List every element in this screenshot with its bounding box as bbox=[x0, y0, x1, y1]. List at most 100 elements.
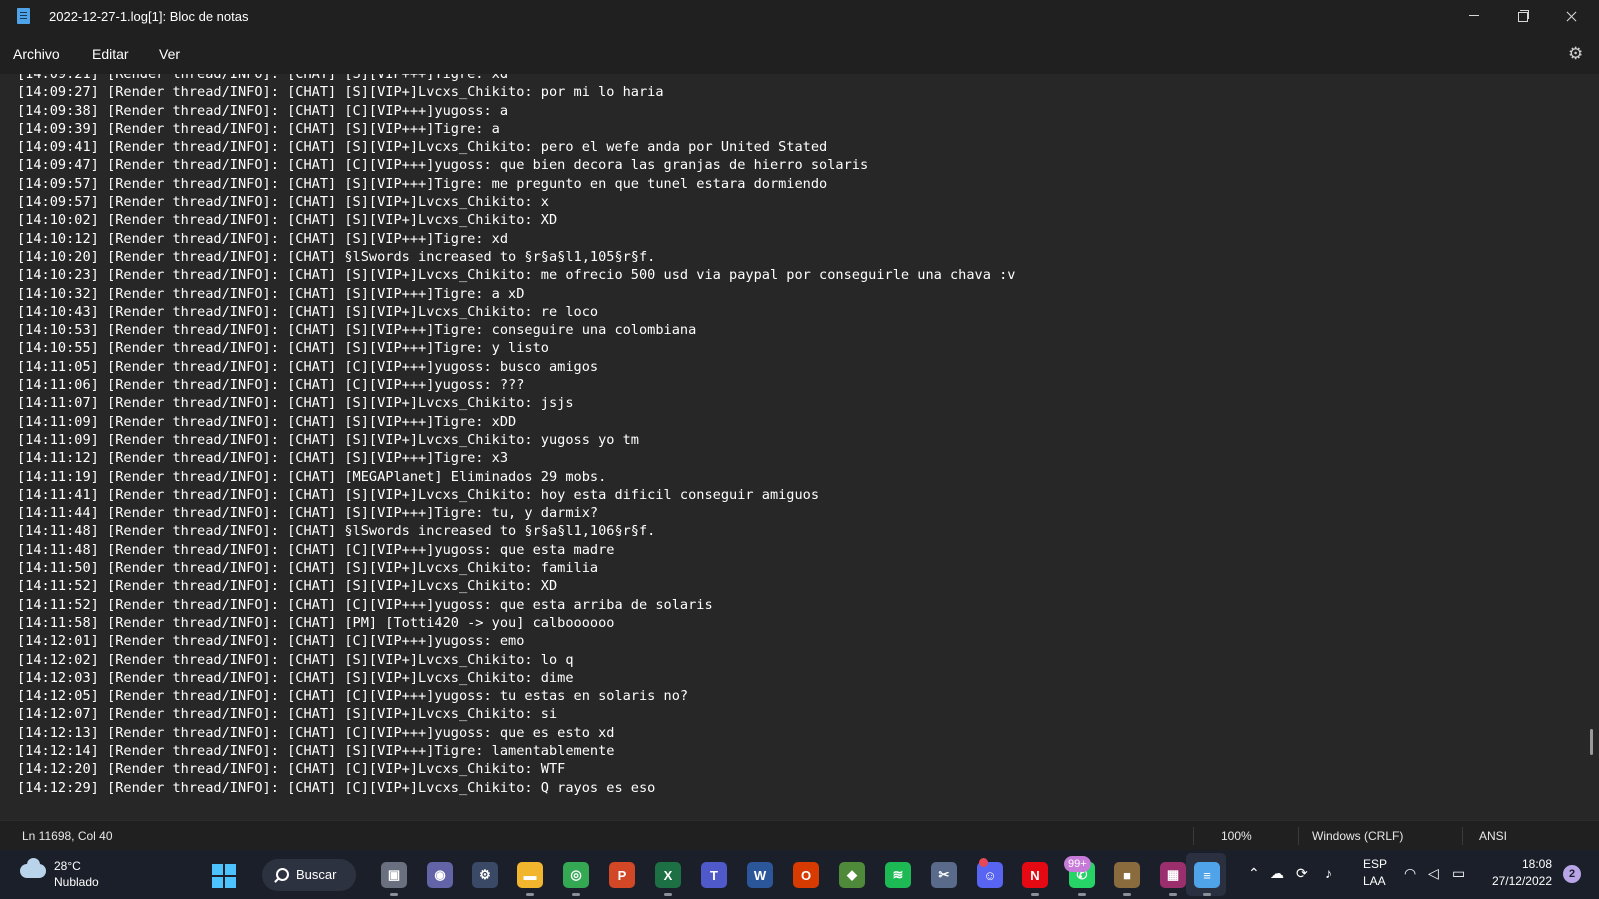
cursor-position: Ln 11698, Col 40 bbox=[22, 829, 113, 843]
weather-description[interactable]: Nublado bbox=[54, 875, 99, 889]
volume-icon[interactable]: ◁ bbox=[1428, 865, 1439, 882]
text-line[interactable]: [14:11:52] [Render thread/INFO]: [CHAT] … bbox=[17, 577, 1015, 595]
teams-chat-icon[interactable]: ◉ bbox=[427, 862, 453, 888]
minecraft-icon[interactable]: ◆ bbox=[839, 862, 865, 888]
text-line[interactable]: [14:11:52] [Render thread/INFO]: [CHAT] … bbox=[17, 596, 1015, 614]
notepad-icon[interactable]: ≡ bbox=[1194, 862, 1220, 896]
battery-icon[interactable]: ▭ bbox=[1452, 865, 1465, 882]
taskbar-search-button[interactable]: Buscar bbox=[262, 859, 356, 891]
text-line[interactable]: [14:09:27] [Render thread/INFO]: [CHAT] … bbox=[17, 83, 1015, 101]
notification-count[interactable]: 2 bbox=[1563, 865, 1581, 883]
menu-archivo[interactable]: Archivo bbox=[13, 46, 60, 62]
excel-icon[interactable]: X bbox=[655, 862, 681, 896]
text-line[interactable]: [14:09:57] [Render thread/INFO]: [CHAT] … bbox=[17, 193, 1015, 211]
winrar-icon[interactable]: ▦ bbox=[1160, 862, 1186, 896]
text-line[interactable]: [14:11:44] [Render thread/INFO]: [CHAT] … bbox=[17, 504, 1015, 522]
text-line[interactable]: [14:11:06] [Render thread/INFO]: [CHAT] … bbox=[17, 376, 1015, 394]
file-explorer-icon[interactable]: ▬ bbox=[517, 862, 543, 896]
text-editor[interactable]: [14:09:21] [Render thread/INFO]: [CHAT] … bbox=[0, 74, 1599, 808]
line-endings: Windows (CRLF) bbox=[1312, 829, 1404, 843]
text-line[interactable]: [14:11:50] [Render thread/INFO]: [CHAT] … bbox=[17, 559, 1015, 577]
text-line[interactable]: [14:11:12] [Render thread/INFO]: [CHAT] … bbox=[17, 449, 1015, 467]
onedrive-icon[interactable]: ☁ bbox=[1270, 865, 1284, 882]
netflix-icon[interactable]: N bbox=[1022, 862, 1048, 896]
restore-button[interactable] bbox=[1499, 0, 1545, 34]
cloud-weather-icon[interactable] bbox=[20, 858, 46, 878]
text-line[interactable]: [14:11:48] [Render thread/INFO]: [CHAT] … bbox=[17, 522, 1015, 540]
teams-icon[interactable]: T bbox=[701, 862, 727, 888]
whatsapp-badge: 99+ bbox=[1064, 856, 1091, 872]
text-line[interactable]: [14:11:09] [Render thread/INFO]: [CHAT] … bbox=[17, 431, 1015, 449]
text-line[interactable]: [14:09:47] [Render thread/INFO]: [CHAT] … bbox=[17, 156, 1015, 174]
snipping-tool-icon[interactable]: ✂ bbox=[931, 862, 957, 888]
word-icon[interactable]: W bbox=[747, 862, 773, 888]
menu-ver[interactable]: Ver bbox=[159, 46, 180, 62]
close-button[interactable] bbox=[1548, 0, 1594, 34]
minimize-button[interactable] bbox=[1451, 0, 1497, 34]
text-line[interactable]: [14:10:12] [Render thread/INFO]: [CHAT] … bbox=[17, 230, 1015, 248]
wifi-icon[interactable]: ◠ bbox=[1404, 865, 1416, 882]
text-line[interactable]: [14:10:43] [Render thread/INFO]: [CHAT] … bbox=[17, 303, 1015, 321]
zoom-level: 100% bbox=[1221, 829, 1252, 843]
text-line[interactable]: [14:09:21] [Render thread/INFO]: [CHAT] … bbox=[17, 74, 1015, 83]
text-line[interactable]: [14:11:09] [Render thread/INFO]: [CHAT] … bbox=[17, 413, 1015, 431]
text-line[interactable]: [14:12:03] [Render thread/INFO]: [CHAT] … bbox=[17, 669, 1015, 687]
cube-app-icon[interactable]: ■ bbox=[1114, 862, 1140, 896]
weather-temperature[interactable]: 28°C bbox=[54, 859, 81, 873]
text-line[interactable]: [14:10:55] [Render thread/INFO]: [CHAT] … bbox=[17, 339, 1015, 357]
editor-text[interactable]: [14:09:21] [Render thread/INFO]: [CHAT] … bbox=[17, 74, 1015, 797]
settings-icon[interactable]: ⚙ bbox=[472, 862, 498, 888]
chrome-icon[interactable]: ◎ bbox=[563, 862, 589, 896]
text-line[interactable]: [14:12:05] [Render thread/INFO]: [CHAT] … bbox=[17, 687, 1015, 705]
text-line[interactable]: [14:09:38] [Render thread/INFO]: [CHAT] … bbox=[17, 102, 1015, 120]
text-line[interactable]: [14:10:23] [Render thread/INFO]: [CHAT] … bbox=[17, 266, 1015, 284]
text-line[interactable]: [14:11:41] [Render thread/INFO]: [CHAT] … bbox=[17, 486, 1015, 504]
text-line[interactable]: [14:10:32] [Render thread/INFO]: [CHAT] … bbox=[17, 285, 1015, 303]
title-bar: 2022-12-27-1.log[1]: Bloc de notas bbox=[0, 0, 1599, 34]
keyboard-layout[interactable]: LAA bbox=[1363, 874, 1386, 888]
text-line[interactable]: [14:10:53] [Render thread/INFO]: [CHAT] … bbox=[17, 321, 1015, 339]
notepad-app-icon bbox=[17, 8, 30, 24]
text-line[interactable]: [14:12:29] [Render thread/INFO]: [CHAT] … bbox=[17, 779, 1015, 797]
text-line[interactable]: [14:09:41] [Render thread/INFO]: [CHAT] … bbox=[17, 138, 1015, 156]
text-line[interactable]: [14:11:05] [Render thread/INFO]: [CHAT] … bbox=[17, 358, 1015, 376]
status-divider bbox=[1462, 827, 1463, 845]
menu-editar[interactable]: Editar bbox=[92, 46, 129, 62]
search-icon bbox=[276, 868, 289, 881]
text-line[interactable]: [14:09:39] [Render thread/INFO]: [CHAT] … bbox=[17, 120, 1015, 138]
clock-time[interactable]: 18:08 bbox=[1492, 857, 1552, 871]
windows-start-icon[interactable] bbox=[212, 864, 236, 888]
encoding: ANSI bbox=[1479, 829, 1508, 843]
text-line[interactable]: [14:12:02] [Render thread/INFO]: [CHAT] … bbox=[17, 651, 1015, 669]
status-divider bbox=[1298, 827, 1299, 845]
status-bar: Ln 11698, Col 40 100% Windows (CRLF) ANS… bbox=[0, 820, 1599, 851]
search-label: Buscar bbox=[296, 867, 337, 882]
text-line[interactable]: [14:11:19] [Render thread/INFO]: [CHAT] … bbox=[17, 468, 1015, 486]
clock-date[interactable]: 27/12/2022 bbox=[1480, 874, 1552, 888]
text-line[interactable]: [14:12:14] [Render thread/INFO]: [CHAT] … bbox=[17, 742, 1015, 760]
window-title: 2022-12-27-1.log[1]: Bloc de notas bbox=[49, 9, 249, 24]
text-line[interactable]: [14:10:02] [Render thread/INFO]: [CHAT] … bbox=[17, 211, 1015, 229]
status-divider bbox=[1193, 827, 1194, 845]
discord-notification-dot bbox=[979, 858, 988, 867]
settings-gear-icon[interactable]: ⚙ bbox=[1568, 45, 1583, 62]
spotify-icon[interactable]: ≋ bbox=[885, 862, 911, 888]
text-line[interactable]: [14:11:07] [Render thread/INFO]: [CHAT] … bbox=[17, 394, 1015, 412]
text-line[interactable]: [14:11:58] [Render thread/INFO]: [CHAT] … bbox=[17, 614, 1015, 632]
sync-icon[interactable]: ⟳ bbox=[1296, 865, 1308, 882]
menu-bar: Archivo Editar Ver ⚙ bbox=[0, 34, 1599, 74]
office-icon[interactable]: O bbox=[793, 862, 819, 888]
task-view-icon[interactable]: ▣ bbox=[381, 862, 407, 896]
text-line[interactable]: [14:09:57] [Render thread/INFO]: [CHAT] … bbox=[17, 175, 1015, 193]
text-line[interactable]: [14:12:07] [Render thread/INFO]: [CHAT] … bbox=[17, 705, 1015, 723]
text-line[interactable]: [14:10:20] [Render thread/INFO]: [CHAT] … bbox=[17, 248, 1015, 266]
input-language[interactable]: ESP bbox=[1363, 857, 1387, 871]
powerpoint-icon[interactable]: P bbox=[609, 862, 635, 888]
text-line[interactable]: [14:12:13] [Render thread/INFO]: [CHAT] … bbox=[17, 724, 1015, 742]
vertical-scrollbar[interactable] bbox=[1590, 729, 1593, 755]
text-line[interactable]: [14:11:48] [Render thread/INFO]: [CHAT] … bbox=[17, 541, 1015, 559]
text-line[interactable]: [14:12:20] [Render thread/INFO]: [CHAT] … bbox=[17, 760, 1015, 778]
microphone-icon[interactable]: ♪ bbox=[1325, 865, 1332, 881]
text-line[interactable]: [14:12:01] [Render thread/INFO]: [CHAT] … bbox=[17, 632, 1015, 650]
chevron-up-icon[interactable]: ⌃ bbox=[1248, 865, 1260, 882]
